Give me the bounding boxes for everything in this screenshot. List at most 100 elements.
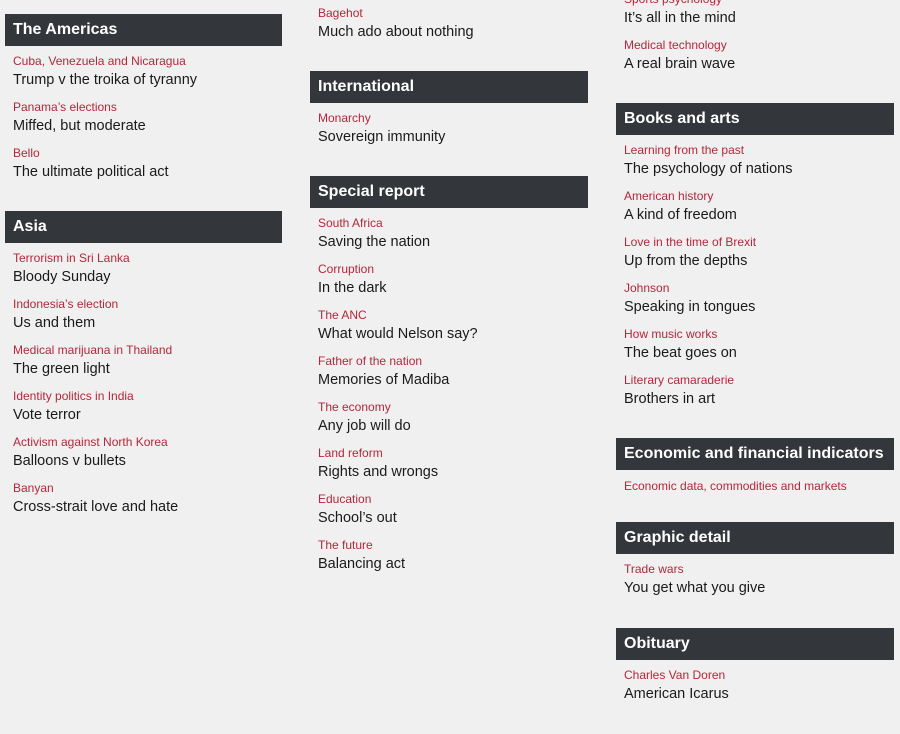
article-kicker[interactable]: Corruption [318, 260, 588, 278]
article-headline[interactable]: American Icarus [624, 684, 894, 704]
article-item[interactable]: Corruption In the dark [318, 260, 588, 306]
article-item[interactable]: Panama’s elections Miffed, but moderate [13, 98, 282, 144]
article-kicker[interactable]: Johnson [624, 279, 894, 297]
article-item[interactable]: Education School’s out [318, 490, 588, 536]
article-kicker[interactable]: Medical marijuana in Thailand [13, 341, 282, 359]
article-kicker[interactable]: Charles Van Doren [624, 666, 894, 684]
article-item[interactable]: Bello The ultimate political act [13, 144, 282, 190]
article-headline[interactable]: It’s all in the mind [624, 8, 894, 28]
article-kicker[interactable]: Activism against North Korea [13, 433, 282, 451]
article-kicker[interactable]: South Africa [318, 214, 588, 232]
article-headline[interactable]: Speaking in tongues [624, 297, 894, 317]
article-headline[interactable]: Memories of Madiba [318, 370, 588, 390]
article-headline[interactable]: The beat goes on [624, 343, 894, 363]
article-item[interactable]: Bagehot Much ado about nothing [318, 4, 588, 50]
article-kicker[interactable]: Medical technology [624, 36, 894, 54]
article-headline[interactable]: In the dark [318, 278, 588, 298]
article-item[interactable]: How music works The beat goes on [624, 325, 894, 371]
article-kicker[interactable]: The economy [318, 398, 588, 416]
article-headline[interactable]: Brothers in art [624, 389, 894, 409]
article-kicker[interactable]: Terrorism in Sri Lanka [13, 249, 282, 267]
section-header[interactable]: Books and arts [616, 103, 894, 135]
article-kicker[interactable]: Bagehot [318, 4, 588, 22]
article-headline[interactable]: School’s out [318, 508, 588, 528]
section-header[interactable]: Special report [310, 176, 588, 208]
section-header[interactable]: Obituary [616, 628, 894, 660]
article-kicker[interactable]: American history [624, 187, 894, 205]
article-item[interactable]: South Africa Saving the nation [318, 214, 588, 260]
article-headline[interactable]: A real brain wave [624, 54, 894, 74]
article-item[interactable]: Cuba, Venezuela and Nicaragua Trump v the… [13, 52, 282, 98]
section-header[interactable]: Economic and financial indicators [616, 438, 894, 470]
article-headline[interactable]: The psychology of nations [624, 159, 894, 179]
article-kicker[interactable]: Sports psychology [624, 0, 894, 8]
article-kicker[interactable]: Land reform [318, 444, 588, 462]
article-kicker[interactable]: Trade wars [624, 560, 894, 578]
article-headline[interactable]: Any job will do [318, 416, 588, 436]
article-kicker[interactable]: Indonesia’s election [13, 295, 282, 313]
article-headline[interactable]: Us and them [13, 313, 282, 333]
article-kicker[interactable]: The ANC [318, 306, 588, 324]
article-headline[interactable]: Vote terror [13, 405, 282, 425]
article-item[interactable]: Land reform Rights and wrongs [318, 444, 588, 490]
article-kicker[interactable]: Bello [13, 144, 282, 162]
article-headline[interactable]: Miffed, but moderate [13, 116, 282, 136]
article-item[interactable]: Charles Van Doren American Icarus [624, 666, 894, 712]
article-kicker[interactable]: How music works [624, 325, 894, 343]
article-kicker[interactable]: Education [318, 490, 588, 508]
article-item[interactable]: The economy Any job will do [318, 398, 588, 444]
article-kicker[interactable]: The future [318, 536, 588, 554]
section-header[interactable]: Asia [5, 211, 282, 243]
article-headline[interactable]: What would Nelson say? [318, 324, 588, 344]
article-kicker[interactable]: Panama’s elections [13, 98, 282, 116]
article-headline[interactable]: Balloons v bullets [13, 451, 282, 471]
section-header[interactable]: International [310, 71, 588, 103]
article-item[interactable]: Identity politics in India Vote terror [13, 387, 282, 433]
article-kicker[interactable]: Monarchy [318, 109, 588, 127]
article-headline[interactable]: Sovereign immunity [318, 127, 588, 147]
article-headline[interactable]: Much ado about nothing [318, 22, 588, 42]
article-item[interactable]: Indonesia’s election Us and them [13, 295, 282, 341]
article-item[interactable]: Love in the time of Brexit Up from the de… [624, 233, 894, 279]
article-item[interactable]: Literary camaraderie Brothers in art [624, 371, 894, 417]
article-item[interactable]: Terrorism in Sri Lanka Bloody Sunday [13, 249, 282, 295]
article-kicker[interactable]: Learning from the past [624, 141, 894, 159]
article-item[interactable]: The future Balancing act [318, 536, 588, 582]
article-list: Monarchy Sovereign immunity [310, 103, 588, 155]
article-headline[interactable]: A kind of freedom [624, 205, 894, 225]
article-list: Cuba, Venezuela and Nicaragua Trump v the… [5, 46, 282, 190]
section-international: International Monarchy Sovereign immunity [310, 71, 588, 155]
article-item[interactable]: Monarchy Sovereign immunity [318, 109, 588, 155]
article-item[interactable]: Trade wars You get what you give [624, 560, 894, 606]
article-headline[interactable]: Saving the nation [318, 232, 588, 252]
article-item[interactable]: Medical marijuana in Thailand The green l… [13, 341, 282, 387]
article-headline[interactable]: Balancing act [318, 554, 588, 574]
section-header[interactable]: The Americas [5, 14, 282, 46]
article-headline[interactable]: Cross-strait love and hate [13, 497, 282, 517]
article-kicker[interactable]: Father of the nation [318, 352, 588, 370]
article-item[interactable]: Medical technology A real brain wave [624, 36, 894, 82]
article-headline[interactable]: Trump v the troika of tyranny [13, 70, 282, 90]
article-item[interactable]: American history A kind of freedom [624, 187, 894, 233]
article-headline[interactable]: You get what you give [624, 578, 894, 598]
article-kicker[interactable]: Literary camaraderie [624, 371, 894, 389]
article-headline[interactable]: Rights and wrongs [318, 462, 588, 482]
article-item[interactable]: Learning from the past The psychology of … [624, 141, 894, 187]
article-kicker[interactable]: Cuba, Venezuela and Nicaragua [13, 52, 282, 70]
article-headline[interactable]: The ultimate political act [13, 162, 282, 182]
article-kicker[interactable]: Love in the time of Brexit [624, 233, 894, 251]
article-item[interactable]: Banyan Cross-strait love and hate [13, 479, 282, 525]
section-link[interactable]: Economic data, commodities and markets [624, 476, 894, 495]
article-headline[interactable]: The green light [13, 359, 282, 379]
article-item[interactable]: Johnson Speaking in tongues [624, 279, 894, 325]
article-kicker[interactable]: Identity politics in India [13, 387, 282, 405]
article-headline[interactable]: Bloody Sunday [13, 267, 282, 287]
section-special-report: Special report South Africa Saving the nat… [310, 176, 588, 582]
article-kicker[interactable]: Banyan [13, 479, 282, 497]
article-item[interactable]: Activism against North Korea Balloons v b… [13, 433, 282, 479]
article-item[interactable]: Father of the nation Memories of Madiba [318, 352, 588, 398]
article-item[interactable]: The ANC What would Nelson say? [318, 306, 588, 352]
article-headline[interactable]: Up from the depths [624, 251, 894, 271]
article-item[interactable]: Sports psychologyIt’s all in the mind [624, 0, 894, 36]
section-header[interactable]: Graphic detail [616, 522, 894, 554]
